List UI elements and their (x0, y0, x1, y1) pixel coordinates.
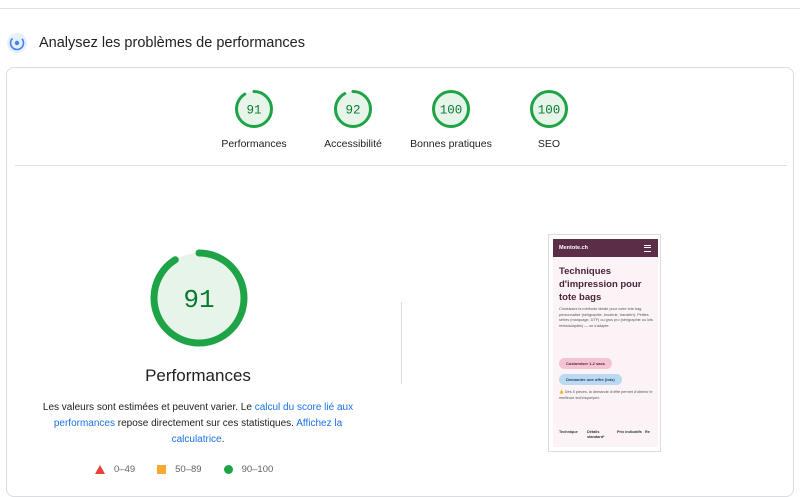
section-header: Analysez les problèmes de performances (6, 30, 305, 56)
score-value: 91 (246, 104, 261, 118)
final-screenshot[interactable]: Mentote.ch Techniques d'impression pour … (548, 234, 661, 452)
screenshot-navbar: Mentote.ch (553, 239, 658, 257)
gauge-performances[interactable]: 91 Performances (199, 88, 309, 150)
legend-range: 0–49 (114, 464, 136, 475)
performance-main-gauge: 91 (150, 249, 248, 347)
gauge-label: Accessibilité (324, 138, 382, 150)
score-ring: 100 (530, 90, 568, 128)
table-header-cell: Prix indicatifs (617, 430, 642, 434)
lighthouse-report-card: 91 Performances 92 Accessibilité 100 Bon… (6, 67, 794, 497)
score-value: 100 (538, 104, 561, 118)
score-value: 92 (345, 104, 360, 118)
section-title: Analysez les problèmes de performances (39, 35, 305, 51)
gauge-seo[interactable]: 100 SEO (494, 88, 604, 150)
top-divider (0, 8, 800, 9)
gauge-bonnes-pratiques[interactable]: 100 Bonnes pratiques (396, 88, 506, 150)
hamburger-icon (644, 244, 651, 252)
main-score-value: 91 (183, 285, 214, 315)
gauge-label: Bonnes pratiques (410, 138, 492, 150)
screenshot-body: Techniques d'impression pour tote bags C… (553, 257, 658, 447)
performance-icon (6, 32, 28, 54)
screenshot-table-header: Technique Détails standard* Prix indicat… (559, 430, 657, 440)
average-square-icon (157, 465, 167, 474)
gauges-divider (15, 165, 787, 166)
screenshot-paragraph: Choisissez la méthode idéale pour votre … (559, 307, 653, 328)
legend-range: 50–89 (175, 464, 202, 475)
legend-pass: 90–100 (223, 464, 274, 475)
score-legend: 0–49 50–89 90–100 (95, 464, 295, 475)
description-text: . (221, 434, 225, 445)
table-header-cell: Technique (559, 430, 578, 434)
legend-range: 90–100 (241, 464, 274, 475)
gauge-label: Performances (221, 138, 287, 150)
screenshot-heading: Techniques d'impression pour tote bags (559, 266, 642, 303)
main-score-label: Performances (145, 366, 251, 385)
legend-average: 50–89 (157, 464, 202, 475)
table-header-cell: Re (645, 430, 650, 434)
screenshot-paragraph-2: 👍 Dès 5 pièces, la demande d'offre perme… (559, 390, 653, 400)
table-header-cell: Détails standard* (587, 430, 605, 439)
screenshot-cta-offer: Demander une offre (lots) (559, 374, 622, 385)
score-ring: 92 (334, 90, 372, 128)
screenshot-cta-customise: Customiser 1-2 sacs (559, 358, 612, 369)
description-text: Les valeurs sont estimées et peuvent var… (42, 402, 255, 413)
pass-circle-icon (223, 465, 233, 474)
score-ring: 91 (235, 90, 273, 128)
score-value: 100 (440, 104, 463, 118)
vertical-divider (401, 302, 402, 384)
screenshot-brand: Mentote.ch (559, 245, 589, 251)
gauge-label: SEO (537, 138, 561, 150)
description-text: repose directement sur ces statistiques. (114, 418, 297, 429)
legend-fail: 0–49 (95, 464, 135, 475)
gauge-accessibilite[interactable]: 92 Accessibilité (298, 88, 408, 150)
fail-triangle-icon (95, 465, 105, 474)
score-description: Les valeurs sont estimées et peuvent var… (33, 400, 363, 448)
score-ring: 100 (432, 90, 470, 128)
